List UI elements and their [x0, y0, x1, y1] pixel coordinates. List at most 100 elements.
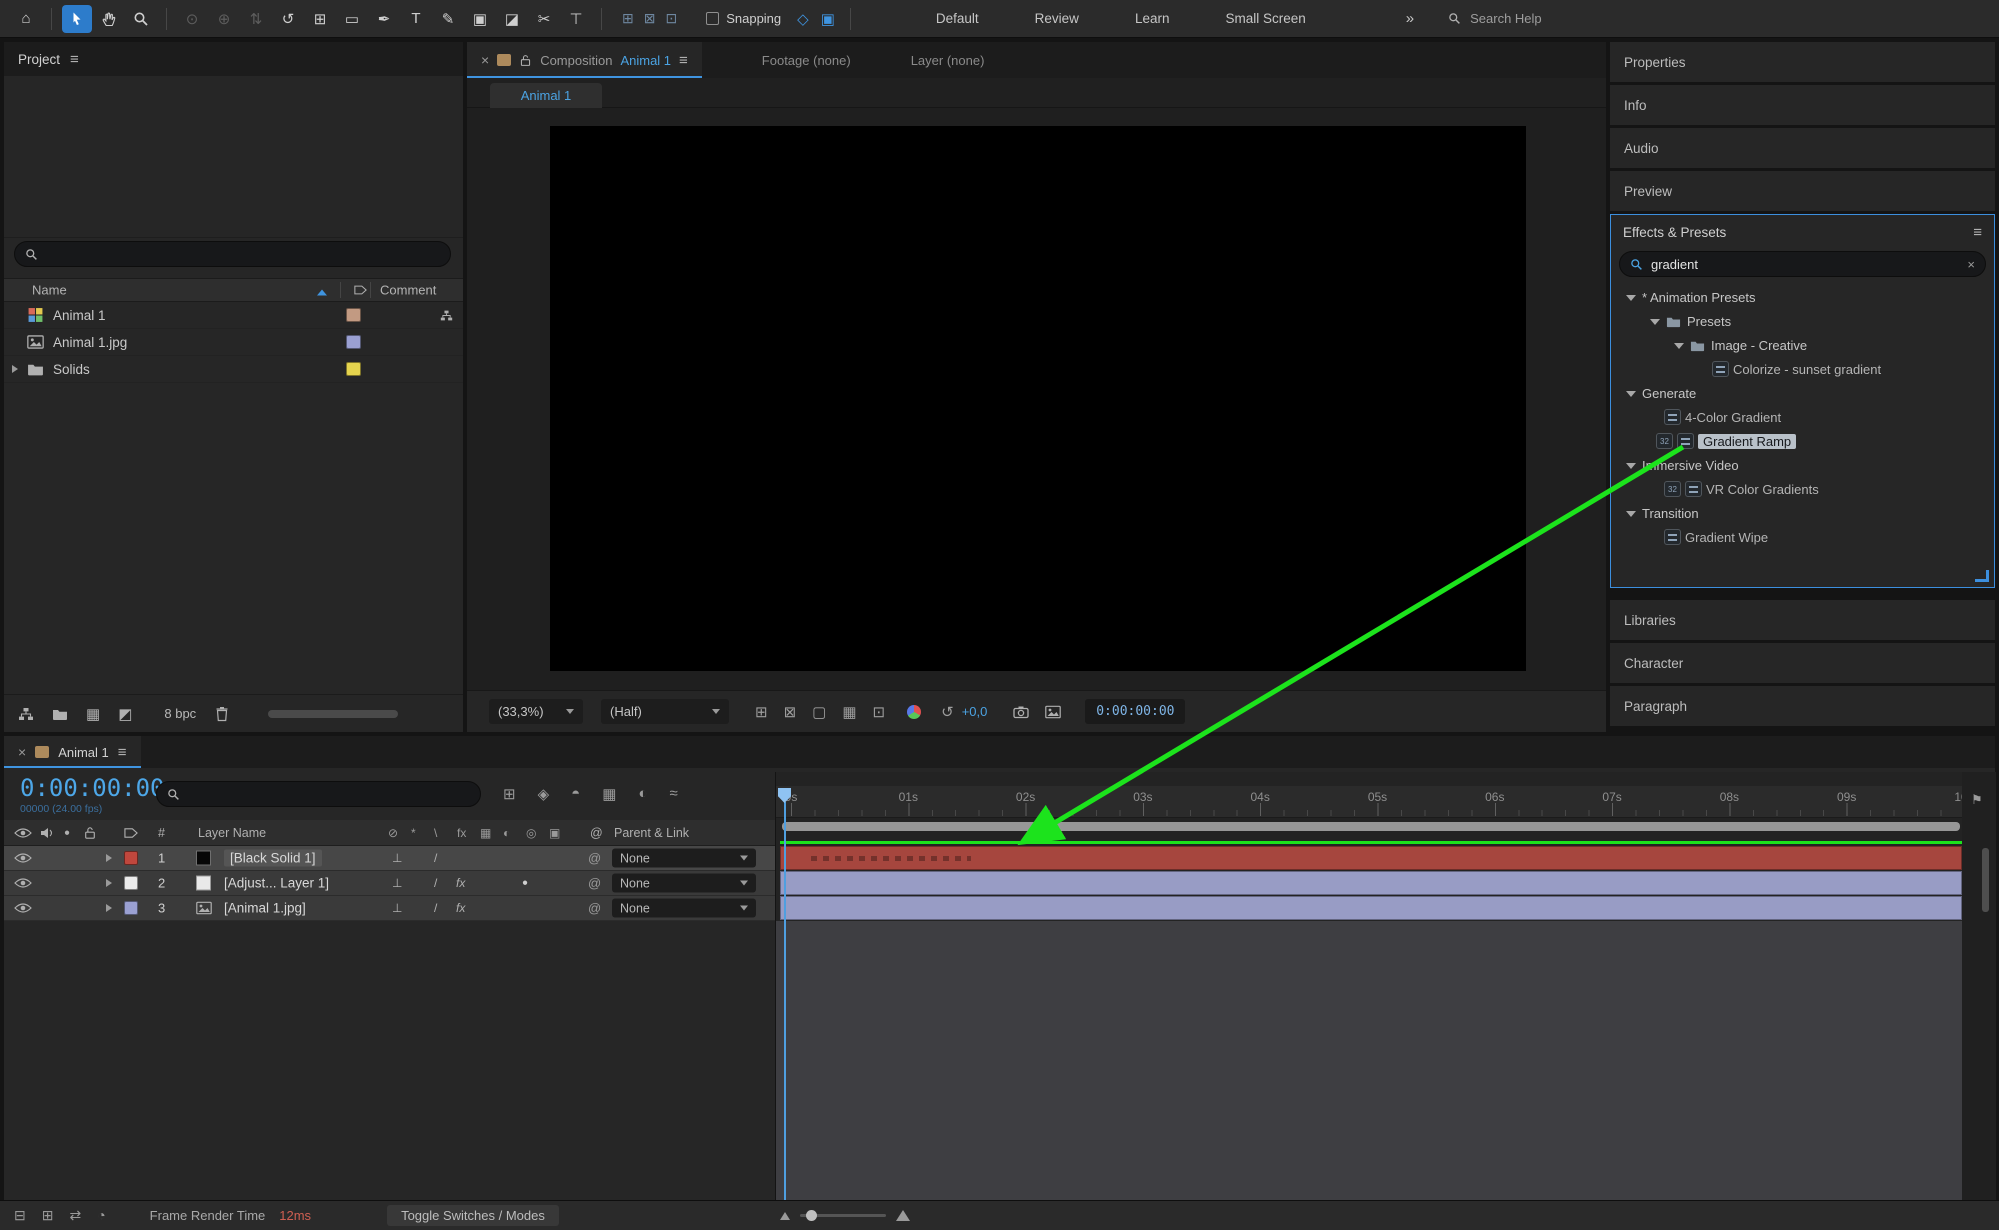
draft-3d-icon[interactable]: ◈ [538, 785, 550, 803]
visibility-eye-icon[interactable] [14, 900, 32, 916]
expander-icon[interactable] [106, 854, 116, 862]
tab-layer[interactable]: Layer (none) [911, 53, 985, 68]
quality-switch[interactable]: / [434, 901, 437, 915]
composition-tab-animal-1[interactable]: Animal 1 [490, 83, 602, 108]
selection-tool[interactable] [62, 5, 92, 33]
lock-icon[interactable] [519, 54, 532, 67]
hand-tool[interactable] [94, 5, 124, 33]
category-image-creative[interactable]: Image - Creative [1612, 333, 1993, 357]
puppet-pin-tool[interactable]: ⊤ [561, 5, 591, 33]
motion-blur-toggle[interactable]: ● [522, 878, 528, 889]
timeline-tab-animal-1[interactable]: × Animal 1 ≡ [4, 736, 141, 768]
layer-row-3[interactable]: 3[Animal 1.jpg]⊥/fx@None [4, 896, 775, 921]
category-presets[interactable]: Presets [1612, 309, 1993, 333]
effect-item-4-color-gradient[interactable]: 4-Color Gradient [1612, 405, 1993, 429]
motion-blur-icon[interactable]: ◐ [638, 785, 647, 803]
rectangle-tool[interactable]: ▭ [337, 5, 367, 33]
parent-pickwhip-icon[interactable]: @ [588, 851, 601, 866]
reset-exposure-icon[interactable]: ↺ [941, 703, 954, 721]
pan-behind-tool[interactable]: ⊞ [305, 5, 335, 33]
column-name[interactable]: Name [32, 283, 67, 298]
render-time-pane-icon[interactable]: ◔ [97, 1207, 105, 1224]
label-column-icon[interactable] [354, 284, 367, 297]
chevron-down-icon[interactable] [1626, 295, 1636, 306]
layer-duration-bar-3[interactable] [780, 896, 1962, 920]
close-icon[interactable]: × [18, 744, 26, 760]
effect-item-colorize-sunset-gradient[interactable]: Colorize - sunset gradient [1612, 357, 1993, 381]
tab-project[interactable]: Project [18, 52, 60, 67]
chevron-down-icon[interactable] [1626, 463, 1636, 474]
shy-icon[interactable]: ⊘ [388, 826, 398, 840]
clone-stamp-tool[interactable]: ▣ [465, 5, 495, 33]
column-comment[interactable]: Comment [380, 283, 436, 298]
effect-item-vr-color-gradients[interactable]: VR Color Gradients [1612, 477, 1993, 501]
zoom-slider-thumb[interactable] [806, 1210, 817, 1221]
resolution-dropdown[interactable]: (Half) [601, 699, 729, 724]
panel-resize-corner-icon[interactable] [1975, 570, 1989, 582]
category-animation-presets[interactable]: * Animation Presets [1612, 285, 1993, 309]
parent-link-dropdown[interactable]: None [612, 874, 756, 893]
collapse-switch[interactable]: ⊥ [392, 901, 402, 915]
exposure-value[interactable]: +0,0 [962, 704, 988, 719]
graph-editor-icon[interactable]: ≈ [669, 785, 677, 803]
timeline-search-input[interactable] [156, 781, 481, 807]
label-column-icon[interactable] [124, 825, 138, 841]
snapping-checkbox[interactable] [706, 12, 719, 25]
label-color-chip[interactable] [346, 362, 361, 376]
project-search-input[interactable] [14, 241, 451, 267]
tab-footage[interactable]: Footage (none) [762, 53, 851, 68]
panel-menu-icon[interactable]: ≡ [70, 51, 79, 68]
bit-depth-label[interactable]: 8 bpc [164, 706, 196, 721]
transfer-controls-pane-icon[interactable]: ⊞ [42, 1207, 54, 1224]
comp-marker-bin-icon[interactable]: ⚑ [1971, 792, 1983, 808]
collapse-switch[interactable]: ⊥ [392, 876, 402, 890]
rotation-tool[interactable]: ↺ [273, 5, 303, 33]
category-generate[interactable]: Generate [1612, 381, 1993, 405]
column-divider[interactable] [340, 282, 341, 298]
category-transition[interactable]: Transition [1612, 501, 1993, 525]
zoom-in-frames-icon[interactable] [896, 1210, 910, 1221]
mask-visibility-icon[interactable]: ⊠ [784, 703, 797, 721]
panel-header-paragraph[interactable]: Paragraph [1610, 686, 1995, 726]
fx-switch[interactable]: fx [456, 901, 465, 915]
brush-tool[interactable]: ✎ [433, 5, 463, 33]
clear-search-icon[interactable]: × [1967, 257, 1975, 272]
take-snapshot-icon[interactable] [1013, 704, 1029, 720]
collapse-icon[interactable]: * [411, 826, 416, 840]
video-column-icon[interactable] [14, 825, 32, 841]
panel-header-info[interactable]: Info [1610, 85, 1995, 125]
grid-guides-icon[interactable]: ⊡ [873, 703, 886, 721]
parent-pickwhip-icon[interactable]: @ [588, 901, 601, 916]
layer-color-chip[interactable] [124, 851, 138, 865]
eraser-tool[interactable]: ◪ [497, 5, 527, 33]
view-axis-mode[interactable]: ⊡ [665, 10, 677, 27]
column-number[interactable]: # [158, 826, 165, 840]
delete-icon[interactable] [214, 706, 230, 722]
toggle-switches-modes-button[interactable]: Toggle Switches / Modes [387, 1205, 559, 1226]
region-of-interest-icon[interactable]: ▢ [812, 703, 826, 721]
quality-switch[interactable]: / [434, 851, 437, 865]
time-ruler[interactable]: 0s01s02s03s04s05s06s07s08s09s10s [776, 786, 1962, 818]
fast-previews-icon[interactable]: ⊞ [755, 703, 768, 721]
parent-link-dropdown[interactable]: None [612, 849, 756, 868]
project-item-animal-1[interactable]: Animal 1 [4, 302, 463, 329]
chevron-down-icon[interactable] [1626, 511, 1636, 522]
adjustment-icon[interactable]: ◎ [526, 826, 536, 840]
workspace-overflow-button[interactable]: » [1406, 10, 1414, 27]
zoom-tool[interactable] [126, 5, 156, 33]
panel-header-audio[interactable]: Audio [1610, 128, 1995, 168]
threed-icon[interactable]: ▣ [549, 826, 560, 840]
playhead-line[interactable] [784, 802, 786, 1200]
world-axis-mode[interactable]: ⊠ [644, 10, 656, 27]
collapse-switch[interactable]: ⊥ [392, 851, 402, 865]
project-item-animal-1-jpg[interactable]: Animal 1.jpg [4, 329, 463, 356]
snap-edges-toggle[interactable]: ◇ [797, 10, 809, 28]
visibility-eye-icon[interactable] [14, 875, 32, 891]
column-divider[interactable] [370, 282, 371, 298]
sort-ascending-icon[interactable] [317, 285, 327, 296]
category-immersive-video[interactable]: Immersive Video [1612, 453, 1993, 477]
transparency-grid-icon[interactable]: ▦ [842, 703, 856, 721]
effects-search-input[interactable]: gradient × [1619, 251, 1986, 277]
horizontal-scrollbar-thumb[interactable] [268, 710, 398, 718]
motion-blur-icon[interactable]: ◐ [503, 826, 510, 840]
